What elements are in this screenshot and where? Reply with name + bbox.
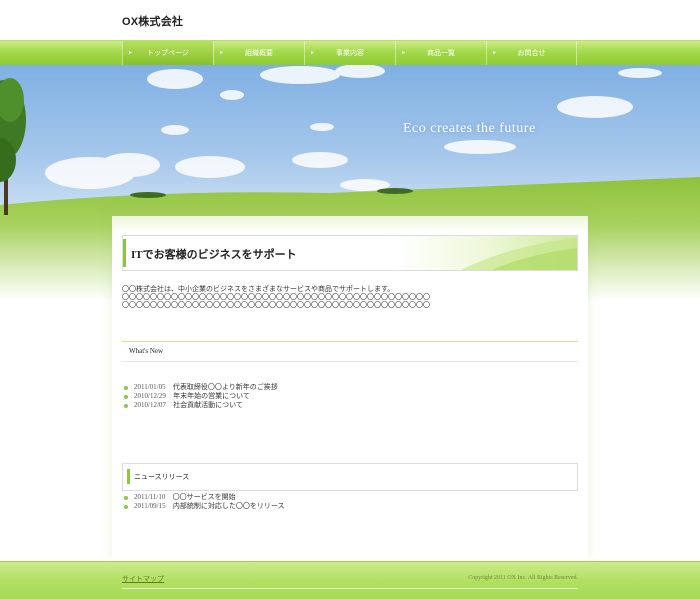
news-date: 2010/12/07	[134, 401, 166, 409]
nav-item-label: お問合せ	[517, 49, 546, 57]
news-release-heading: ニュースリリース	[134, 473, 190, 481]
page: OX株式会社 ▸ トップページ ▸ 組織概要 ▸ 事業内容 ▸ 商品一覧 ▸ お…	[0, 0, 700, 599]
nav-item-business[interactable]: ▸ 事業内容	[304, 41, 395, 65]
intro-text: 〇〇株式会社は、中小企業のビジネスをさまざまなサービスや商品でサポートします。 …	[122, 285, 582, 309]
news-item[interactable]: 2010/12/29 年末年始の営業について	[124, 392, 278, 401]
copyright-text: Copyright 2011 OX Inc. All Rights Reserv…	[468, 575, 578, 581]
news-list: 2011/01/05 代表取締役〇〇より新年のご挨拶 2010/12/29 年末…	[124, 383, 278, 410]
nav-item-label: 組織概要	[245, 49, 273, 57]
whats-new-heading: What's New	[129, 347, 164, 355]
release-title[interactable]: 〇〇サービスを開始	[173, 493, 236, 501]
nav-item-company[interactable]: ▸ 組織概要	[213, 41, 304, 65]
nav-bullet-icon: ▸	[402, 49, 406, 56]
bullet-icon	[124, 404, 128, 408]
nav-item-top[interactable]: ▸ トップページ	[122, 41, 213, 65]
content-panel-top	[112, 216, 588, 234]
heading-swoosh-decoration	[461, 238, 577, 270]
release-title[interactable]: 内部統制に対応した〇〇をリリース	[173, 502, 285, 510]
release-date: 2011/09/15	[134, 502, 166, 510]
nav-item-label: 事業内容	[336, 49, 364, 57]
bullet-icon	[124, 395, 128, 399]
header: OX株式会社	[0, 0, 700, 40]
release-item[interactable]: 2011/09/15 内部統制に対応した〇〇をリリース	[124, 502, 285, 511]
intro-line: 〇〇〇〇〇〇〇〇〇〇〇〇〇〇〇〇〇〇〇〇〇〇〇〇〇〇〇〇〇〇〇〇〇〇〇〇〇〇〇〇…	[122, 293, 430, 301]
news-title[interactable]: 社会貢献活動について	[173, 401, 243, 409]
nav-item-contact[interactable]: ▸ お問合せ	[486, 41, 577, 65]
whats-new-heading-box: What's New	[122, 341, 578, 362]
bullet-icon	[124, 496, 128, 500]
site-logo[interactable]: OX株式会社	[122, 13, 183, 29]
hero-tagline: Eco creates the future	[403, 121, 536, 136]
nav-bullet-icon: ▸	[129, 49, 133, 56]
main-heading: ITでお客様のビジネスをサポート	[131, 249, 297, 261]
bullet-icon	[124, 386, 128, 390]
nav-bullet-icon: ▸	[220, 49, 224, 56]
news-title[interactable]: 年末年始の営業について	[173, 392, 250, 400]
news-release-heading-box: ニュースリリース	[122, 463, 578, 491]
bullet-icon	[124, 505, 128, 509]
news-date: 2010/12/29	[134, 392, 166, 400]
global-nav: ▸ トップページ ▸ 組織概要 ▸ 事業内容 ▸ 商品一覧 ▸ お問合せ	[0, 40, 700, 66]
intro-line: 〇〇〇〇〇〇〇〇〇〇〇〇〇〇〇〇〇〇〇〇〇〇〇〇〇〇〇〇〇〇〇〇〇〇〇〇〇〇〇〇…	[122, 301, 430, 309]
release-date: 2011/11/10	[134, 493, 166, 501]
news-date: 2011/01/05	[134, 383, 166, 391]
nav-item-label: 商品一覧	[427, 49, 455, 57]
footer: サイトマップ Copyright 2011 OX Inc. All Rights…	[0, 561, 700, 599]
news-item[interactable]: 2010/12/07 社会貢献活動について	[124, 401, 278, 410]
news-item[interactable]: 2011/01/05 代表取締役〇〇より新年のご挨拶	[124, 383, 278, 392]
nav-bullet-icon: ▸	[311, 49, 315, 56]
release-item[interactable]: 2011/11/10 〇〇サービスを開始	[124, 493, 285, 502]
sitemap-link[interactable]: サイトマップ	[122, 574, 164, 584]
nav-bullet-icon: ▸	[493, 49, 497, 56]
nav-item-products[interactable]: ▸ 商品一覧	[395, 41, 486, 65]
content-panel: ITでお客様のビジネスをサポート 〇〇株式会社は、中小企業のビジネスをさまざまな…	[112, 216, 588, 561]
nav-item-label: トップページ	[147, 49, 189, 57]
release-list: 2011/11/10 〇〇サービスを開始 2011/09/15 内部統制に対応し…	[124, 493, 285, 511]
news-title[interactable]: 代表取締役〇〇より新年のご挨拶	[173, 383, 278, 391]
heading-accent-bar	[123, 239, 126, 267]
main-heading-box: ITでお客様のビジネスをサポート	[122, 235, 578, 271]
heading-accent-bar	[127, 469, 130, 484]
intro-line: 〇〇株式会社は、中小企業のビジネスをさまざまなサービスや商品でサポートします。	[122, 285, 395, 293]
